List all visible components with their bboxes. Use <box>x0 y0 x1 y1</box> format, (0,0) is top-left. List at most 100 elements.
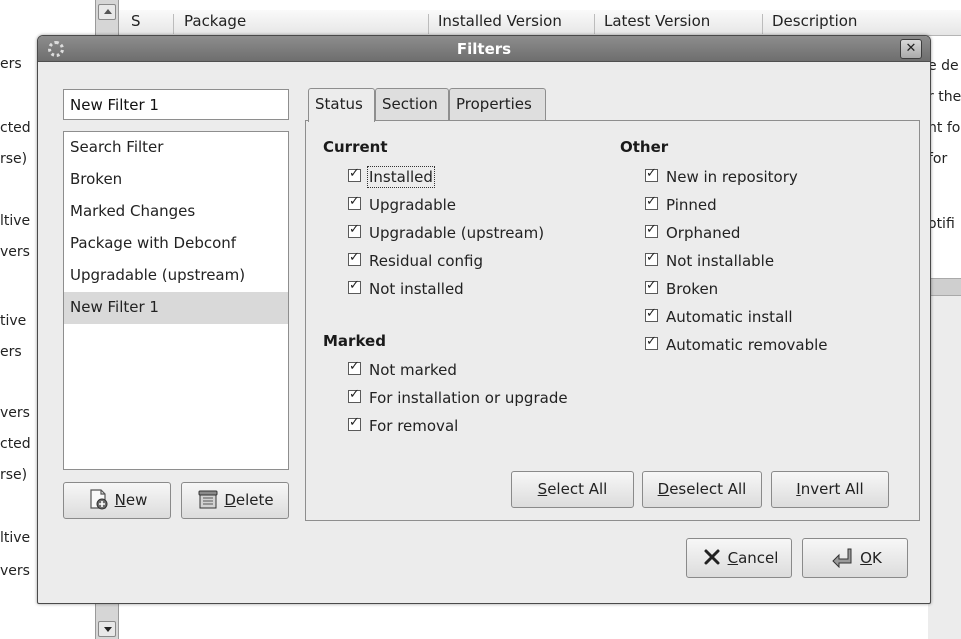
cancel-button-mnemonic: C <box>727 549 739 567</box>
column-header-installed-version[interactable]: Installed Version <box>438 12 562 30</box>
background-fragment: tive <box>0 313 27 329</box>
checkbox-for-removal[interactable]: For removal <box>348 415 459 441</box>
checkbox-checked-icon[interactable] <box>348 166 361 182</box>
deselect-all-button[interactable]: Deselect All <box>642 471 762 508</box>
filter-list-item[interactable]: Marked Changes <box>64 196 288 228</box>
checkbox-installed[interactable]: Installed <box>348 166 435 192</box>
filters-dialog: Filters ✕ Search Filter Broken Marked Ch… <box>37 35 931 604</box>
dialog-title: Filters <box>456 40 512 58</box>
checkbox-label: Not installed <box>369 280 464 298</box>
scroll-up-arrow-icon[interactable] <box>98 4 116 20</box>
checkbox-label: Broken <box>666 280 719 298</box>
select-all-label: elect All <box>547 480 608 498</box>
background-fragment: ltive <box>0 530 31 546</box>
select-all-mnemonic: S <box>537 480 548 498</box>
checkbox-not-installed[interactable]: Not installed <box>348 278 464 304</box>
dialog-titlebar[interactable]: Filters ✕ <box>38 36 930 62</box>
checkbox-pinned[interactable]: Pinned <box>645 194 717 220</box>
column-header-description[interactable]: Description <box>772 12 857 30</box>
column-header-package[interactable]: Package <box>184 12 246 30</box>
new-button-mnemonic: N <box>114 491 126 509</box>
checkbox-label: Pinned <box>666 196 717 214</box>
other-section-title: Other <box>620 138 669 156</box>
background-fragment: r the <box>928 89 961 105</box>
close-icon[interactable]: ✕ <box>900 39 922 59</box>
filter-list-item[interactable]: Search Filter <box>64 132 288 164</box>
delete-filter-button[interactable]: Delete <box>181 482 289 519</box>
checkbox-label: For removal <box>369 417 459 435</box>
column-header-status[interactable]: S <box>131 12 141 30</box>
checkbox-not-installable[interactable]: Not installable <box>645 250 774 276</box>
checkbox-automatic-install[interactable]: Automatic install <box>645 306 793 332</box>
ok-button-mnemonic: O <box>860 549 872 567</box>
background-fragment: rse) <box>0 467 28 483</box>
checkbox-upgradable[interactable]: Upgradable <box>348 194 456 220</box>
checkbox-checked-icon[interactable] <box>348 250 361 266</box>
checkbox-checked-icon[interactable] <box>645 194 658 210</box>
checkbox-checked-icon[interactable] <box>348 278 361 294</box>
background-fragment: otifi <box>928 216 955 232</box>
checkbox-checked-icon[interactable] <box>645 166 658 182</box>
background-fragment: vers <box>0 563 30 579</box>
checkbox-upgradable-upstream[interactable]: Upgradable (upstream) <box>348 222 545 248</box>
checkbox-checked-icon[interactable] <box>348 415 361 431</box>
checkbox-not-marked[interactable]: Not marked <box>348 359 457 385</box>
filter-name-input[interactable] <box>63 89 289 120</box>
deselect-all-mnemonic: D <box>657 480 670 498</box>
checkbox-broken[interactable]: Broken <box>645 278 719 304</box>
marked-section-title: Marked <box>323 332 386 350</box>
checkbox-label: Automatic install <box>666 308 793 326</box>
filter-list[interactable]: Search Filter Broken Marked Changes Pack… <box>63 131 289 470</box>
checkbox-residual-config[interactable]: Residual config <box>348 250 484 276</box>
checkbox-checked-icon[interactable] <box>645 278 658 294</box>
filter-list-item[interactable]: Package with Debconf <box>64 228 288 260</box>
trash-icon <box>198 490 218 508</box>
checkbox-checked-icon[interactable] <box>645 334 658 350</box>
checkbox-automatic-removable[interactable]: Automatic removable <box>645 334 828 360</box>
checkbox-checked-icon[interactable] <box>645 306 658 322</box>
background-fragment: cted <box>0 120 31 136</box>
checkbox-checked-icon[interactable] <box>348 359 361 375</box>
column-header-latest-version[interactable]: Latest Version <box>604 12 710 30</box>
checkbox-label: New in repository <box>666 168 798 186</box>
tab-properties[interactable]: Properties <box>449 88 546 120</box>
checkbox-checked-icon[interactable] <box>645 250 658 266</box>
background-fragment: for <box>928 151 948 167</box>
filter-list-item[interactable]: Upgradable (upstream) <box>64 260 288 292</box>
tab-status[interactable]: Status <box>308 88 375 122</box>
checkbox-new-in-repository[interactable]: New in repository <box>645 166 798 192</box>
background-fragment: vers <box>0 405 30 421</box>
checkbox-label: Residual config <box>369 252 484 270</box>
background-fragment: cted <box>0 436 31 452</box>
checkbox-checked-icon[interactable] <box>348 222 361 238</box>
ok-button-label: K <box>871 549 882 567</box>
checkbox-for-installation-or-upgrade[interactable]: For installation or upgrade <box>348 387 568 413</box>
checkbox-label: Upgradable (upstream) <box>369 224 545 242</box>
checkbox-checked-icon[interactable] <box>348 194 361 210</box>
checkbox-orphaned[interactable]: Orphaned <box>645 222 740 248</box>
cancel-x-icon <box>704 549 720 564</box>
checkbox-label: Not marked <box>369 361 457 379</box>
status-tab-panel: Current Installed Upgradable Upgradable … <box>305 120 920 521</box>
filter-list-item-selected[interactable]: New Filter 1 <box>64 292 288 324</box>
filter-list-item[interactable]: Broken <box>64 164 288 196</box>
background-fragment: rse) <box>0 151 28 167</box>
background-details-pane <box>928 296 961 639</box>
checkbox-checked-icon[interactable] <box>645 222 658 238</box>
tab-section[interactable]: Section <box>375 88 449 120</box>
column-separator <box>762 14 763 34</box>
scroll-down-arrow-icon[interactable] <box>98 621 116 637</box>
new-filter-button[interactable]: New <box>63 482 171 519</box>
new-button-label: ew <box>125 491 148 509</box>
checkbox-checked-icon[interactable] <box>348 387 361 403</box>
checkbox-label: For installation or upgrade <box>369 389 568 407</box>
ok-button[interactable]: OK <box>802 538 908 578</box>
background-fragment: ers <box>0 56 22 72</box>
invert-all-button[interactable]: Invert All <box>771 471 889 508</box>
select-all-button[interactable]: Select All <box>511 471 634 508</box>
cancel-button[interactable]: Cancel <box>686 538 792 578</box>
column-separator <box>594 14 595 34</box>
background-fragment: nt fo <box>928 120 961 136</box>
current-section-title: Current <box>323 138 388 156</box>
background-details-divider <box>928 278 961 296</box>
